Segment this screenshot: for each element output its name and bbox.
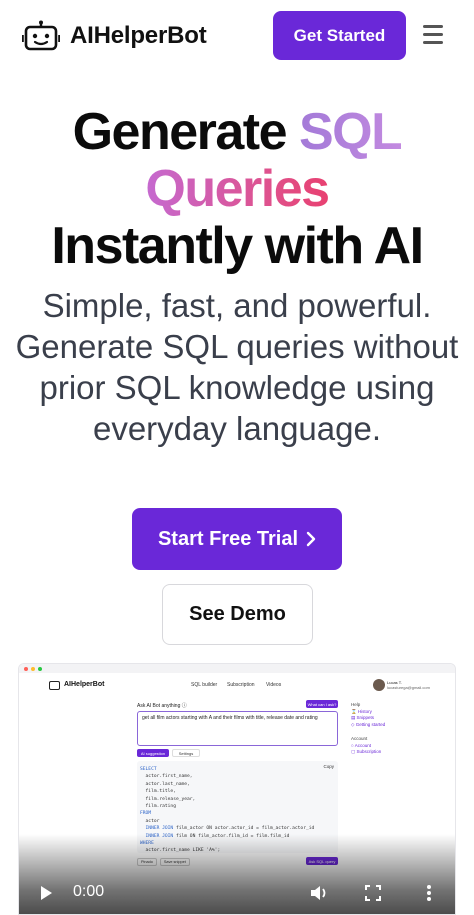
sql-keyword: INNER JOIN [140, 826, 174, 832]
volume-icon[interactable] [309, 884, 329, 902]
window-minimize-dot [31, 666, 35, 671]
app-nav-videos: Videos [266, 682, 282, 688]
what-can-i-ask-button: What can I ask? [306, 700, 338, 708]
app-sidebar: Help ⌛ History ▤ Snippets ◇ Getting star… [351, 702, 385, 756]
sql-keyword: FROM [140, 811, 152, 817]
hero-title-sql: SQL [298, 103, 403, 161]
app-brand: AIHelperBot [64, 681, 105, 688]
sql-line: actor.first_name, [140, 773, 314, 780]
play-icon[interactable] [41, 886, 52, 900]
tab-settings: Settings [172, 749, 200, 757]
brand-name[interactable]: AIHelperBot [70, 22, 207, 50]
sql-text: actor.last_name, [140, 781, 190, 787]
start-free-trial-label: Start Free Trial [157, 527, 299, 550]
app-nav-subscription: Subscription [227, 682, 255, 688]
fullscreen-icon[interactable] [365, 885, 381, 901]
window-titlebar [19, 664, 455, 673]
sql-text: actor.first_name, [140, 774, 193, 780]
copy-button: Copy [323, 764, 334, 769]
sql-text: film.title, [140, 789, 176, 795]
prompt-textarea: get all film actors starting with A and … [137, 711, 338, 746]
site-header: AIHelperBot Get Started [0, 0, 474, 72]
sql-line: INNER JOIN film_actor ON actor.actor_id … [140, 825, 315, 832]
demo-video[interactable]: AIHelperBot SQL builder Subscription Vid… [18, 663, 456, 915]
window-close-dot [24, 666, 28, 671]
more-vertical-icon[interactable] [426, 884, 432, 902]
see-demo-button[interactable]: See Demo [162, 584, 313, 645]
sql-text: film.release_year, [140, 796, 196, 802]
sql-keyword: SELECT [140, 767, 157, 772]
get-started-button[interactable]: Get Started [273, 11, 406, 60]
app-robot-icon [49, 681, 60, 690]
hamburger-menu-icon[interactable] [423, 25, 443, 45]
hero-subtitle: Simple, fast, and powerful. Generate SQL… [15, 287, 459, 447]
app-user-info: Lucas T. lucasturega@gmail.com [387, 680, 430, 690]
hero-title-queries: Queries [145, 160, 330, 218]
sidebar-item-subscription: ▢ Subscription [351, 749, 382, 754]
sql-line: film.rating [140, 803, 314, 810]
sql-text: actor [140, 818, 160, 824]
hero-title: Generate SQL Queries Instantly with AI [0, 104, 474, 275]
app-nav-sql-builder: SQL builder [191, 682, 218, 688]
hero-title-part1: Generate [72, 103, 299, 161]
app-user-email: lucasturega@gmail.com [387, 685, 430, 690]
sql-line: film.release_year, [140, 796, 314, 803]
video-time: 0:00 [73, 883, 105, 900]
avatar [373, 679, 385, 691]
hero-title-part3: Instantly with AI [51, 217, 424, 275]
tab-ai-suggestion: AI suggestion [137, 749, 169, 757]
robot-icon[interactable] [22, 20, 60, 52]
sql-line: SELECT [140, 766, 314, 773]
ask-bot-label: Ask AI Bot anything ⓘ [137, 703, 187, 709]
app-header: AIHelperBot SQL builder Subscription Vid… [19, 678, 455, 694]
sql-text: film.rating [140, 804, 176, 810]
sql-line: film.title, [140, 788, 314, 795]
window-maximize-dot [38, 666, 42, 671]
video-controls [19, 834, 455, 914]
sql-line: actor.last_name, [140, 781, 314, 788]
chevron-right-icon [306, 531, 316, 547]
sql-line: FROM [140, 810, 314, 817]
sql-text: film_actor ON actor.actor_id = film_acto… [173, 826, 315, 832]
sidebar-item-getting-started: ◇ Getting started [351, 721, 386, 727]
start-free-trial-button[interactable]: Start Free Trial [132, 508, 342, 570]
sql-line: actor [140, 818, 314, 825]
